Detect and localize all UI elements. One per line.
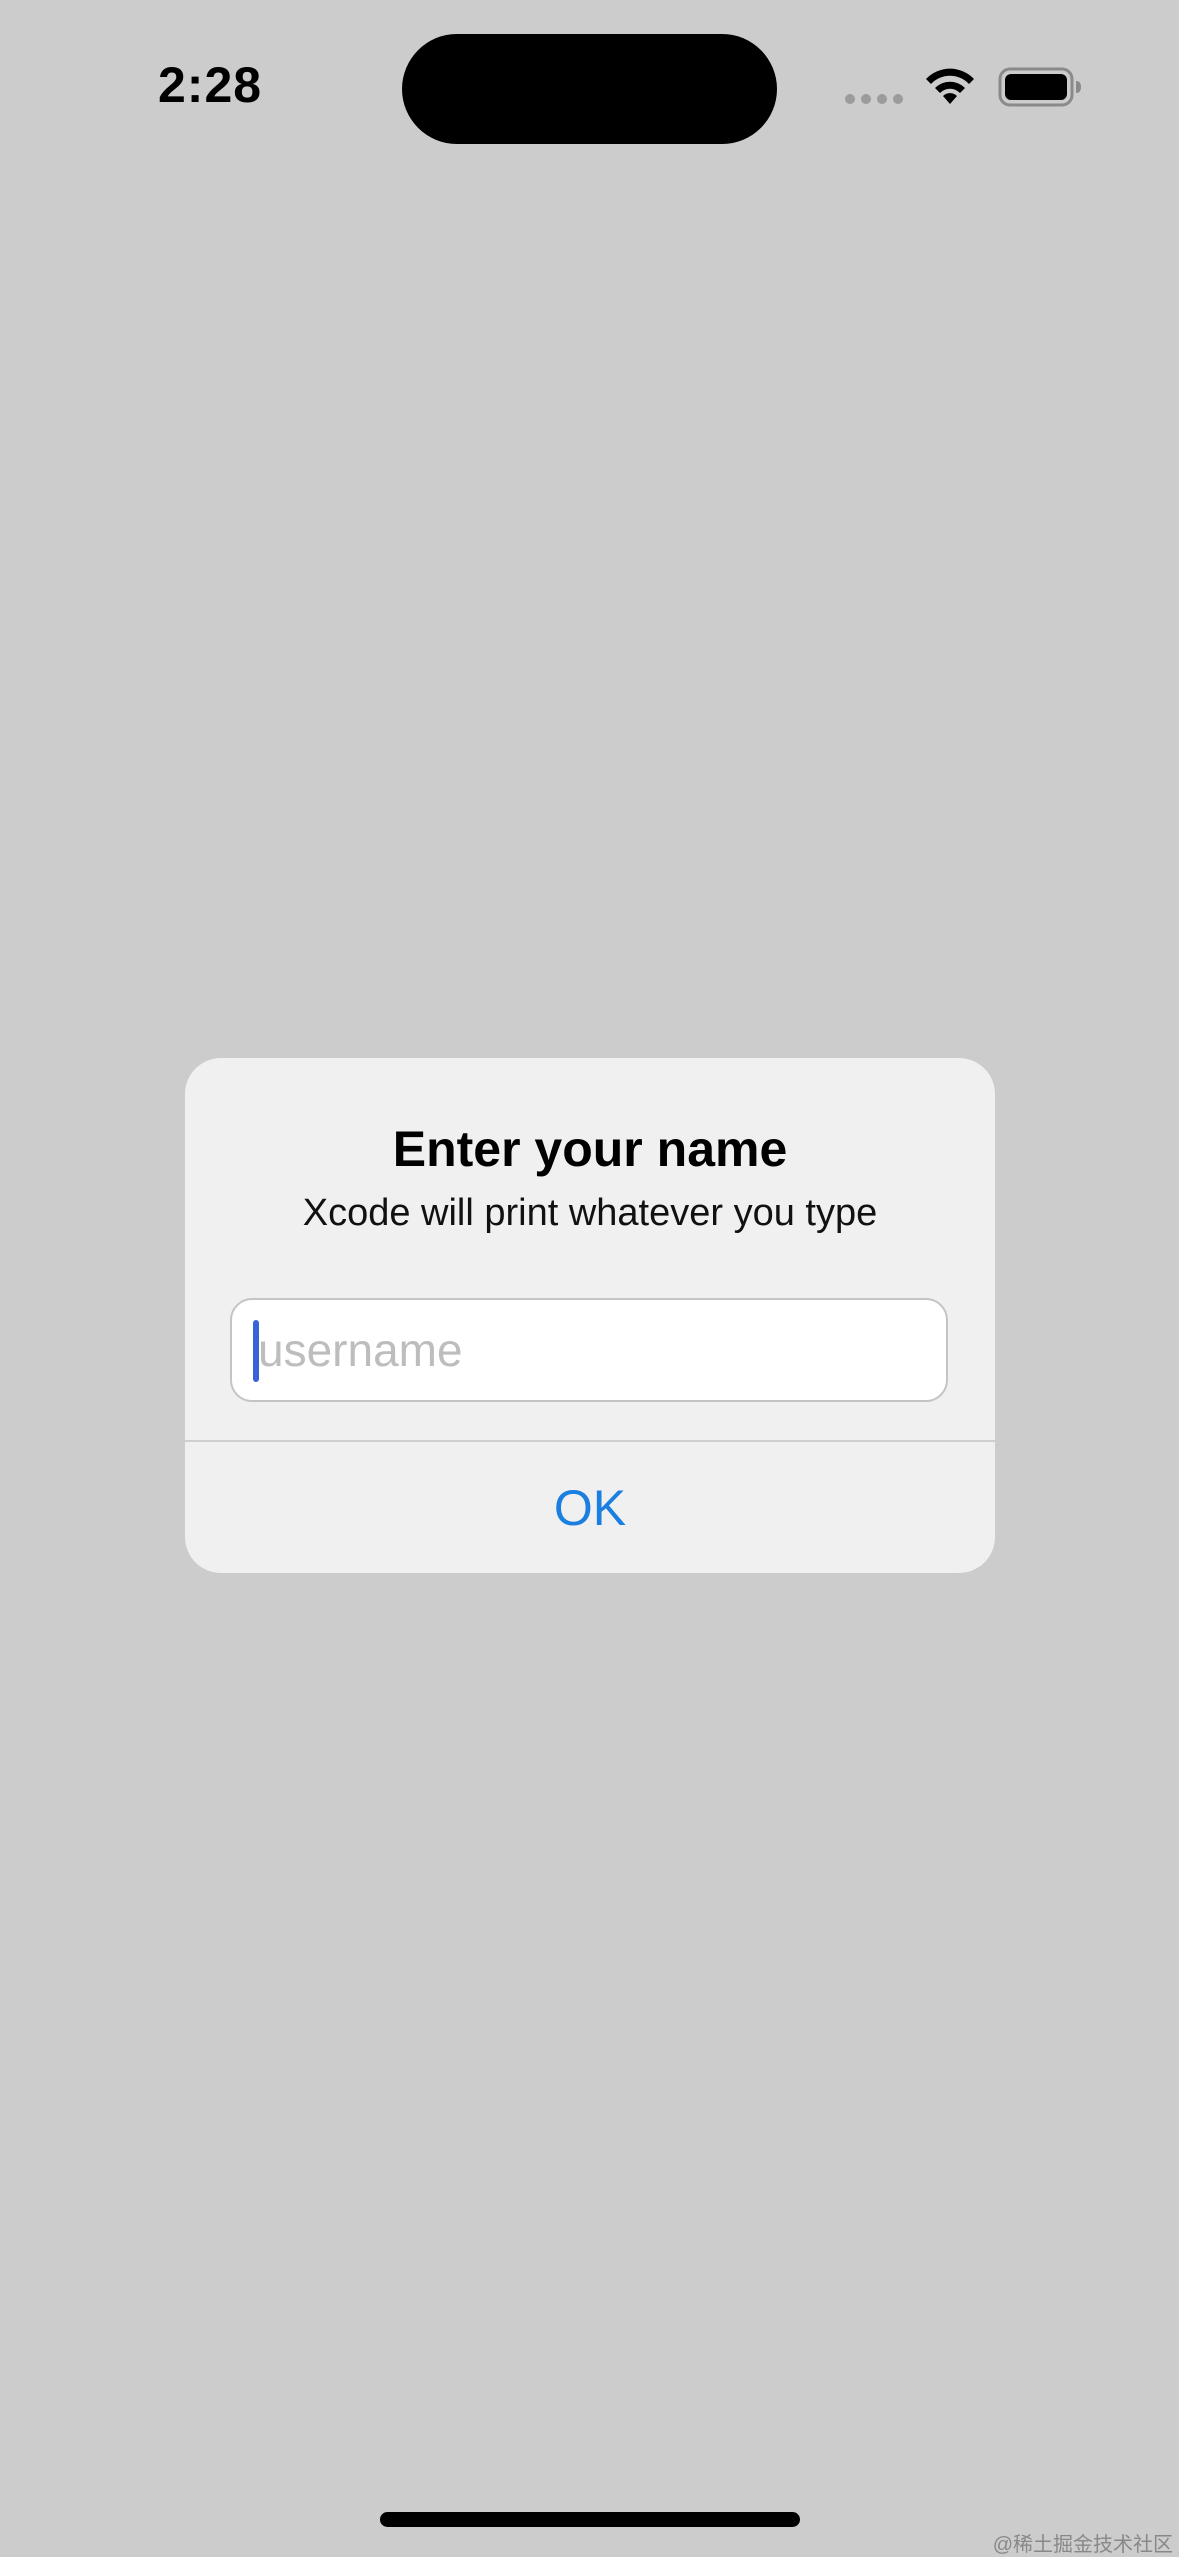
dynamic-island [402,34,777,144]
username-input[interactable] [230,1298,948,1402]
alert-dialog: Enter your name Xcode will print whateve… [185,1058,995,1573]
home-indicator[interactable] [380,2512,800,2527]
wifi-icon [926,68,974,104]
status-time: 2:28 [158,57,263,113]
battery-icon [998,67,1081,107]
ok-button[interactable]: OK [185,1442,995,1573]
alert-title: Enter your name [392,1121,788,1177]
watermark: @稀土掘金技术社区 [992,2534,1173,2556]
signal-dots-icon [845,94,903,104]
alert-message: Xcode will print whatever you type [302,1192,878,1234]
text-cursor [253,1320,259,1382]
